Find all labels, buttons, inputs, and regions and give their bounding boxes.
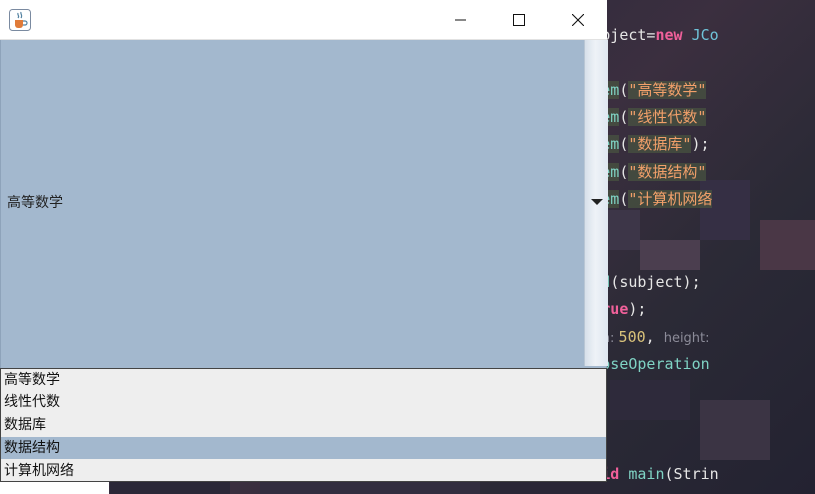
- java-frame-window: 高等数学 高等数学 线性代数 数据库 数据结构 计算机网络: [0, 0, 608, 494]
- minimize-icon: [455, 11, 467, 30]
- subject-combo-box[interactable]: 高等数学: [0, 40, 608, 368]
- code-token: "数据结构": [628, 163, 707, 181]
- code-token: "数据库": [628, 135, 692, 153]
- close-icon: [571, 11, 585, 30]
- code-token: );: [691, 135, 710, 153]
- list-item[interactable]: 计算机网络: [1, 460, 606, 482]
- list-item[interactable]: 数据库: [1, 414, 606, 436]
- list-item[interactable]: 线性代数: [1, 391, 606, 413]
- list-item-highlighted[interactable]: 数据结构: [1, 437, 606, 459]
- code-token: JCo: [691, 26, 719, 44]
- java-cup-icon[interactable]: [9, 9, 31, 31]
- window-bottom-edge: [0, 482, 109, 494]
- code-token: "高等数学": [628, 81, 707, 99]
- code-token: ,: [645, 328, 664, 346]
- combo-dropdown-list: 高等数学 线性代数 数据库 数据结构 计算机网络: [0, 368, 607, 482]
- code-token: );: [628, 300, 647, 318]
- code-token: (subject);: [610, 273, 701, 291]
- code-token: new: [655, 26, 692, 44]
- chevron-down-icon: [591, 199, 603, 205]
- title-bar[interactable]: [0, 0, 607, 40]
- code-token: "线性代数": [628, 108, 707, 126]
- code-token: main: [628, 465, 665, 483]
- code-token: (Strin: [664, 465, 719, 483]
- combo-arrow-button[interactable]: [584, 40, 608, 366]
- code-token: "计算机网络: [628, 190, 713, 208]
- list-item[interactable]: 高等数学: [1, 369, 606, 391]
- maximize-button[interactable]: [490, 0, 548, 40]
- maximize-icon: [513, 11, 525, 30]
- code-token: 500: [618, 328, 646, 346]
- code-token: height:: [663, 331, 710, 346]
- minimize-button[interactable]: [432, 0, 490, 40]
- close-button[interactable]: [549, 0, 607, 40]
- combo-selected-value: 高等数学: [7, 195, 63, 211]
